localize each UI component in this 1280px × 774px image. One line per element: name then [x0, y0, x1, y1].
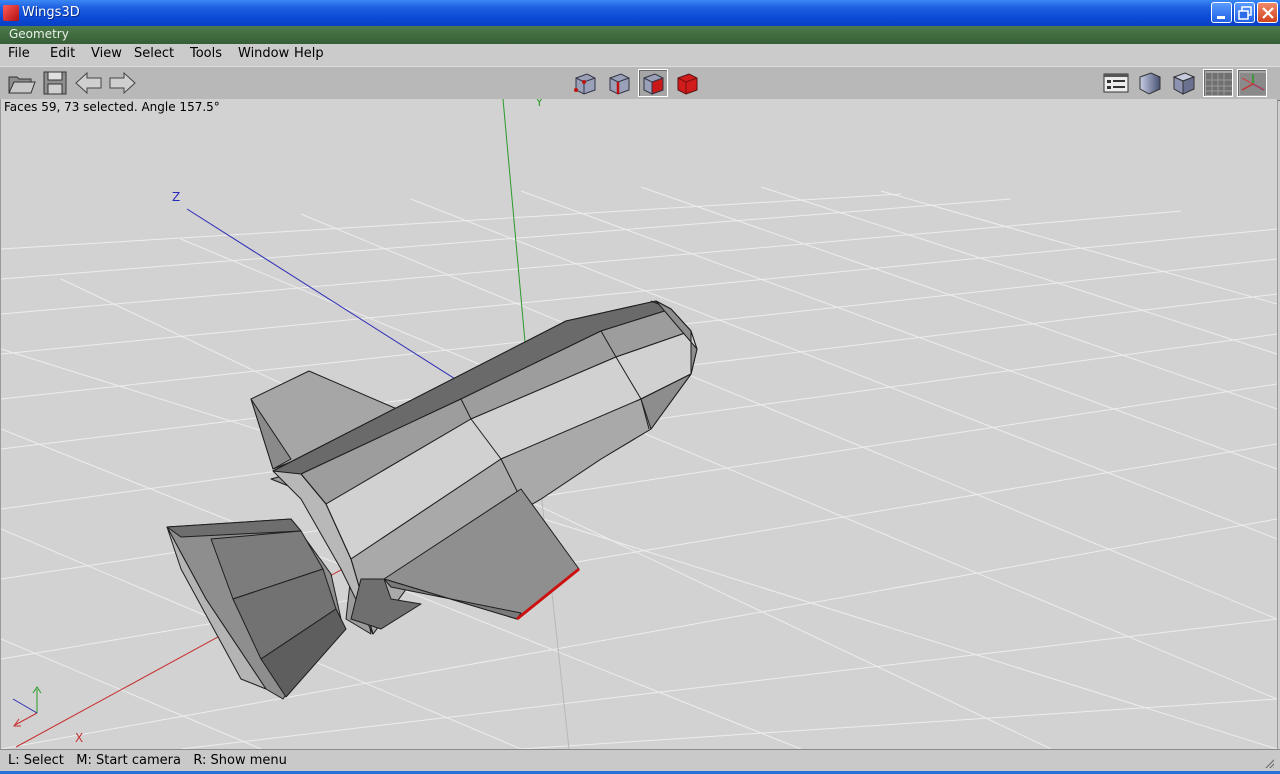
save-icon[interactable] — [40, 69, 70, 97]
face-select-icon[interactable] — [638, 69, 668, 97]
x-axis-label: X — [75, 731, 83, 745]
minimize-button[interactable] — [1211, 2, 1232, 23]
resize-grip-icon[interactable] — [1264, 758, 1274, 768]
geometry-title: Geometry — [9, 27, 69, 41]
open-folder-icon[interactable] — [6, 69, 36, 97]
window-title: Wings3D — [22, 5, 80, 20]
undo-arrow-icon[interactable] — [74, 69, 104, 97]
edge-select-icon[interactable] — [604, 69, 634, 97]
rocket-model — [166, 300, 698, 700]
mini-axes-gizmo — [12, 686, 42, 727]
z-axis-line — [186, 208, 472, 390]
menu-help[interactable]: Help — [294, 46, 324, 61]
groundplane-icon[interactable] — [1203, 69, 1233, 97]
app-icon — [3, 5, 19, 21]
y-axis-line — [502, 99, 528, 365]
menu-tools[interactable]: Tools — [190, 46, 222, 61]
toolbar — [0, 66, 1280, 101]
status-bar: L: Select M: Start camera R: Show menu — [0, 749, 1280, 772]
viewport-3d[interactable]: Z Y X Faces 59, 73 selected. Angle 157.5… — [0, 99, 1278, 749]
redo-arrow-icon[interactable] — [107, 69, 137, 97]
outliner-icon[interactable] — [1101, 69, 1131, 97]
geometry-window-header[interactable]: Geometry — [0, 26, 1280, 45]
menu-view[interactable]: View — [91, 46, 122, 61]
menu-window[interactable]: Window — [238, 46, 289, 61]
mouse-hint: L: Select M: Start camera R: Show menu — [8, 753, 287, 768]
smooth-shade-icon[interactable] — [1135, 69, 1165, 97]
axes-icon[interactable] — [1237, 69, 1267, 97]
flat-shade-icon[interactable] — [1169, 69, 1199, 97]
title-bar[interactable]: Wings3D — [0, 0, 1280, 26]
menu-edit[interactable]: Edit — [50, 46, 75, 61]
wings3d-window: Wings3D Geometry File Edit View Select T… — [0, 0, 1280, 774]
ground-grid — [1, 186, 1277, 749]
menu-select[interactable]: Select — [134, 46, 174, 61]
menu-file[interactable]: File — [8, 46, 30, 61]
z-axis-label: Z — [172, 190, 180, 204]
y-axis-label: Y — [535, 99, 543, 109]
selection-info: Faces 59, 73 selected. Angle 157.5° — [4, 100, 220, 114]
restore-button[interactable] — [1234, 2, 1255, 23]
vertex-select-icon[interactable] — [570, 69, 600, 97]
close-button[interactable] — [1257, 2, 1278, 23]
body-select-icon[interactable] — [672, 69, 702, 97]
menu-bar: File Edit View Select Tools Window Help — [0, 44, 1280, 67]
